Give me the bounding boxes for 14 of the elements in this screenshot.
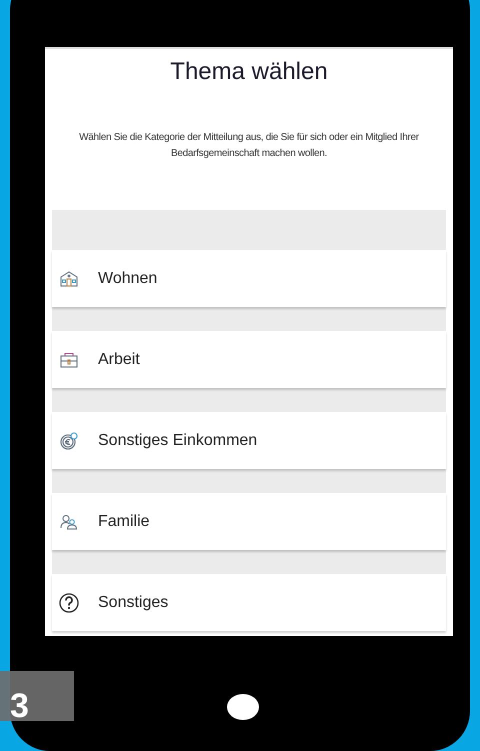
home-button[interactable] <box>227 694 259 720</box>
topic-item[interactable]: Arbeit <box>52 331 446 388</box>
topic-item[interactable]: Familie <box>52 493 446 550</box>
question-circle-icon <box>59 592 79 612</box>
topic-item[interactable]: Sonstiges Einkommen <box>52 412 446 469</box>
euro-coin-icon <box>60 432 78 450</box>
step-number: 3 <box>0 671 74 721</box>
topic-item[interactable]: Sonstiges <box>52 574 446 631</box>
house-icon <box>60 270 78 286</box>
description-text: Wählen Sie die Kategorie der Mitteilung aus, die Sie für sich oder ein Mitglied Ihrer Bedarfsgemeinschaft machen wollen. <box>78 131 420 161</box>
topic-item[interactable]: Wohnen <box>52 250 446 307</box>
people-icon <box>60 514 78 530</box>
briefcase-icon <box>60 352 78 368</box>
page-title: Thema wählen <box>169 57 329 87</box>
